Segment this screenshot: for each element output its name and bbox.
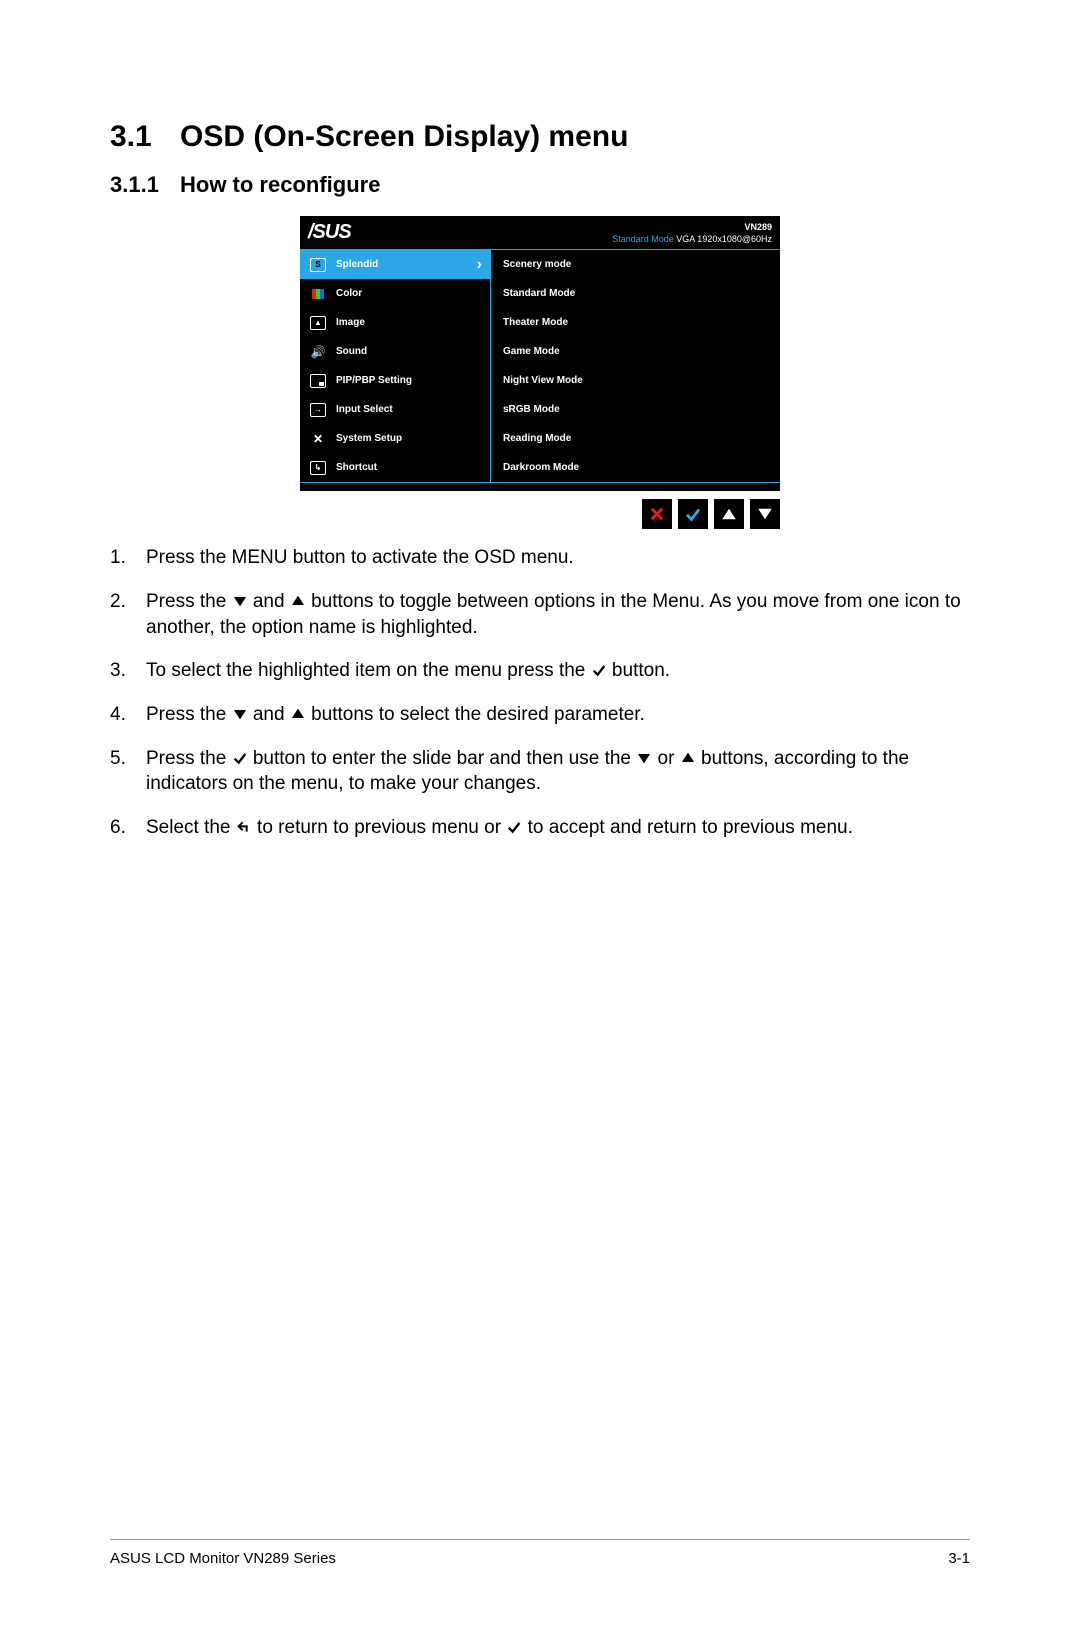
back-icon — [236, 817, 252, 838]
osd-right-item: Theater Mode — [491, 308, 780, 337]
osd-panel: /SUS VN289 Standard Mode VGA 1920x1080@6… — [300, 216, 780, 491]
step-number: 6. — [110, 815, 146, 841]
osd-left-icon: ▲ — [308, 316, 328, 330]
triangle-up-icon — [720, 505, 738, 523]
instruction-item: 2.Press the and buttons to toggle betwee… — [110, 589, 970, 640]
step-text: Press the and buttons to toggle between … — [146, 589, 970, 640]
osd-left-label: Image — [336, 317, 365, 328]
down-icon — [232, 704, 248, 725]
osd-left-icon — [308, 374, 328, 388]
osd-status-input: VGA 1920x1080@60Hz — [676, 234, 772, 244]
instruction-item: 6.Select the to return to previous menu … — [110, 815, 970, 841]
check-icon — [506, 817, 522, 838]
osd-right-item: Night View Mode — [491, 366, 780, 395]
instruction-item: 3.To select the highlighted item on the … — [110, 658, 970, 684]
osd-left-item: ↳ Shortcut — [300, 453, 490, 482]
osd-nav-strip — [300, 499, 780, 529]
osd-right-item: sRGB Mode — [491, 395, 780, 424]
osd-left-label: Sound — [336, 346, 367, 357]
osd-status-mode: Standard Mode — [612, 234, 674, 244]
instruction-list: 1.Press the MENU button to activate the … — [110, 545, 970, 840]
osd-left-icon: 🔊 — [308, 345, 328, 359]
step-number: 3. — [110, 658, 146, 684]
step-number: 2. — [110, 589, 146, 640]
up-icon — [290, 704, 306, 725]
osd-right-item: Scenery mode — [491, 250, 780, 279]
osd-left-item: S Splendid › — [300, 250, 490, 279]
subsection-number: 3.1.1 — [110, 172, 180, 198]
osd-left-icon: S — [308, 258, 328, 272]
confirm-button[interactable] — [678, 499, 708, 529]
step-text: Press the button to enter the slide bar … — [146, 746, 970, 797]
subsection-heading: 3.1.1How to reconfigure — [110, 172, 970, 198]
footer-left: ASUS LCD Monitor VN289 Series — [110, 1550, 336, 1567]
down-icon — [232, 591, 248, 612]
close-icon — [648, 505, 666, 523]
osd-left-icon: ↳ — [308, 461, 328, 475]
footer-divider — [110, 1539, 970, 1540]
chevron-right-icon: › — [477, 256, 482, 274]
down-button[interactable] — [750, 499, 780, 529]
osd-right-item: Standard Mode — [491, 279, 780, 308]
check-icon — [232, 748, 248, 769]
osd-left-column: S Splendid › Color ▲ Image 🔊 Sound PIP/PBP Setti… — [300, 250, 491, 482]
osd-right-item: Game Mode — [491, 337, 780, 366]
check-icon — [591, 660, 607, 681]
up-button[interactable] — [714, 499, 744, 529]
step-number: 1. — [110, 545, 146, 571]
osd-left-item: PIP/PBP Setting — [300, 366, 490, 395]
osd-right-column: Scenery modeStandard ModeTheater ModeGam… — [491, 250, 780, 482]
up-icon — [680, 748, 696, 769]
section-number: 3.1 — [110, 120, 180, 154]
osd-left-label: PIP/PBP Setting — [336, 375, 412, 386]
check-icon — [684, 505, 702, 523]
osd-screenshot: /SUS VN289 Standard Mode VGA 1920x1080@6… — [300, 216, 780, 529]
section-title: OSD (On-Screen Display) menu — [180, 120, 628, 153]
footer-right: 3-1 — [948, 1550, 970, 1567]
osd-header-right: VN289 Standard Mode VGA 1920x1080@60Hz — [612, 222, 772, 245]
osd-left-label: Shortcut — [336, 462, 377, 473]
step-text: Press the and buttons to select the desi… — [146, 702, 970, 728]
osd-right-item: Darkroom Mode — [491, 453, 780, 482]
osd-left-item: 🔊 Sound — [300, 337, 490, 366]
step-text: Select the to return to previous menu or… — [146, 815, 970, 841]
section-heading: 3.1OSD (On-Screen Display) menu — [110, 120, 970, 154]
osd-model: VN289 — [612, 222, 772, 234]
osd-bottom-pad — [300, 483, 780, 491]
osd-left-item: Color — [300, 279, 490, 308]
subsection-title: How to reconfigure — [180, 172, 380, 197]
osd-left-label: Input Select — [336, 404, 393, 415]
osd-left-item: ▲ Image — [300, 308, 490, 337]
triangle-down-icon — [756, 505, 774, 523]
footer-row: ASUS LCD Monitor VN289 Series 3-1 — [110, 1550, 970, 1567]
step-number: 4. — [110, 702, 146, 728]
close-button[interactable] — [642, 499, 672, 529]
step-text: Press the MENU button to activate the OS… — [146, 545, 970, 571]
step-number: 5. — [110, 746, 146, 797]
osd-status: Standard Mode VGA 1920x1080@60Hz — [612, 234, 772, 246]
osd-left-item: ✕ System Setup — [300, 424, 490, 453]
instruction-item: 4.Press the and buttons to select the de… — [110, 702, 970, 728]
osd-left-icon — [308, 289, 328, 299]
osd-header: /SUS VN289 Standard Mode VGA 1920x1080@6… — [300, 216, 780, 249]
osd-left-icon: ✕ — [308, 432, 328, 446]
page-footer: ASUS LCD Monitor VN289 Series 3-1 — [110, 1539, 970, 1567]
instruction-item: 5.Press the button to enter the slide ba… — [110, 746, 970, 797]
step-text: To select the highlighted item on the me… — [146, 658, 970, 684]
osd-left-label: Color — [336, 288, 362, 299]
osd-left-label: Splendid — [336, 259, 378, 270]
asus-logo: /SUS — [308, 222, 351, 242]
manual-page: 3.1OSD (On-Screen Display) menu 3.1.1How… — [0, 0, 1080, 1627]
osd-right-item: Reading Mode — [491, 424, 780, 453]
down-icon — [636, 748, 652, 769]
osd-left-label: System Setup — [336, 433, 402, 444]
osd-left-item: → Input Select — [300, 395, 490, 424]
up-icon — [290, 591, 306, 612]
instruction-item: 1.Press the MENU button to activate the … — [110, 545, 970, 571]
osd-columns: S Splendid › Color ▲ Image 🔊 Sound PIP/PBP Setti… — [300, 249, 780, 483]
osd-left-icon: → — [308, 403, 328, 417]
